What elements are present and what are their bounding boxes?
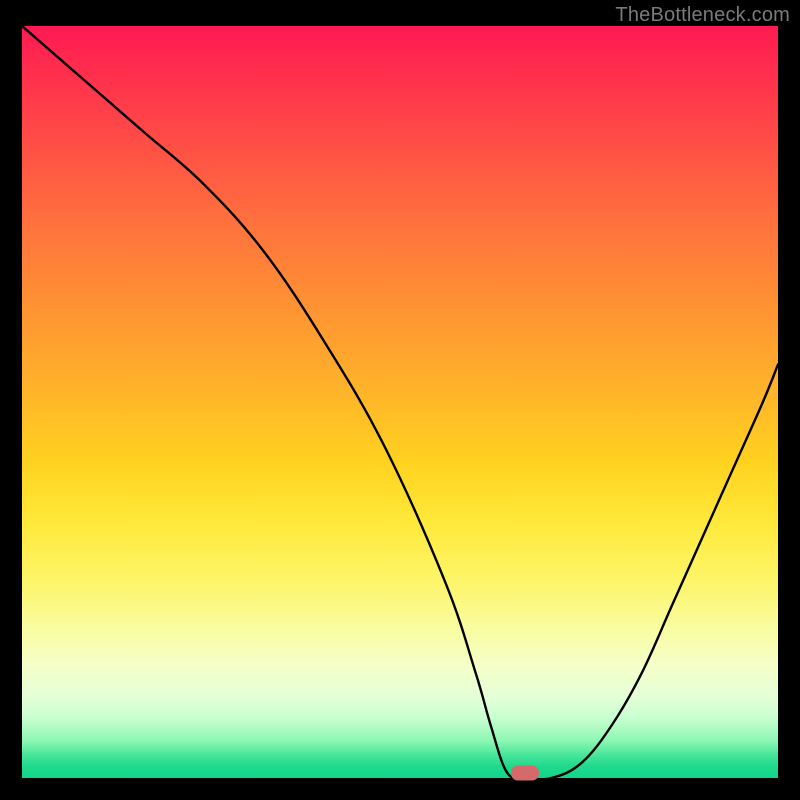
bottleneck-curve-path bbox=[22, 26, 778, 778]
watermark-text: TheBottleneck.com bbox=[615, 4, 790, 27]
chart-frame: TheBottleneck.com bbox=[0, 0, 800, 800]
curve-svg bbox=[22, 26, 778, 778]
optimal-point-marker bbox=[511, 766, 539, 781]
plot-area bbox=[22, 26, 778, 778]
